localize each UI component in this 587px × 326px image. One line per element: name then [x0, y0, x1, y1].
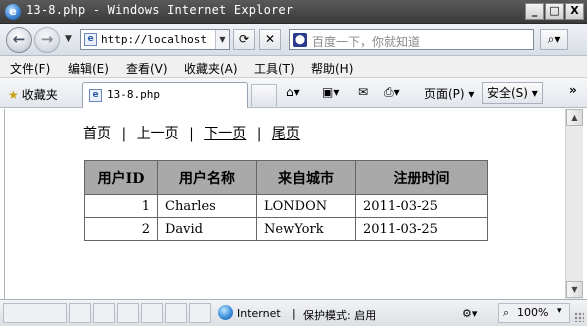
star-icon: ★	[8, 88, 19, 102]
menu-tools[interactable]: 工具(T)	[254, 60, 295, 77]
first-page-link[interactable]: 首页	[83, 123, 111, 143]
protected-mode[interactable]: 保护模式: 启用	[303, 307, 376, 323]
tab-bar: ★ 收藏夹 e 13-8.php ⌂▾ ▣▾ ✉ ⎙▾ 页面(P) ▾ 安全(S)…	[0, 78, 587, 108]
maximize-button[interactable]: □	[545, 3, 564, 20]
tab-label: 13-8.php	[107, 88, 160, 101]
status-panel	[117, 303, 139, 323]
zoom-control[interactable]: ⌕ 100% ▾	[498, 303, 570, 323]
safety-menu-label: 安全(S)	[487, 86, 528, 100]
prev-page-link[interactable]: 上一页	[137, 123, 179, 143]
table-cell: David	[157, 217, 257, 241]
page-menu[interactable]: 页面(P) ▾	[424, 85, 474, 102]
page-icon: e	[89, 89, 102, 102]
print-icon[interactable]: ⎙▾	[384, 85, 400, 100]
forward-arrow-icon[interactable]: →	[34, 27, 60, 53]
table-header-row: 用户ID 用户名称 来自城市 注册时间	[84, 160, 488, 195]
pagination: 首页 | 上一页 | 下一页 | 尾页	[83, 123, 300, 143]
status-panel	[69, 303, 91, 323]
menu-help[interactable]: 帮助(H)	[311, 60, 353, 77]
history-dropdown-icon[interactable]: ▼	[65, 34, 72, 44]
title-bar: e 13-8.php - Windows Internet Explorer _…	[0, 0, 587, 24]
window-title: 13-8.php - Windows Internet Explorer	[26, 3, 294, 17]
last-page-link[interactable]: 尾页	[272, 123, 300, 143]
ie-logo-icon: e	[5, 4, 21, 20]
navigation-bar: ← → ▼ e http://localhost:8 ▼ ⟳ ✕ ⬤ 百度一下，…	[0, 24, 587, 56]
scroll-down-icon[interactable]: ▼	[566, 281, 583, 298]
scroll-up-icon[interactable]: ▲	[566, 109, 583, 126]
security-zone: Internet	[237, 307, 281, 320]
column-header: 注册时间	[355, 160, 488, 195]
table-cell: NewYork	[256, 217, 356, 241]
column-header: 用户名称	[157, 160, 257, 195]
mail-icon[interactable]: ✉	[358, 85, 368, 99]
user-table: 用户ID 用户名称 来自城市 注册时间 1 Charles LONDON 201…	[84, 160, 488, 241]
page-menu-label: 页面(P)	[424, 87, 465, 101]
stop-icon[interactable]: ✕	[259, 29, 281, 50]
status-panel	[3, 303, 67, 323]
minimize-button[interactable]: _	[525, 3, 544, 20]
refresh-icon[interactable]: ⟳	[233, 29, 255, 50]
resize-grip-icon[interactable]	[574, 312, 584, 322]
back-arrow-icon[interactable]: ←	[6, 27, 32, 53]
menu-file[interactable]: 文件(F)	[10, 60, 50, 77]
new-tab-button[interactable]	[251, 84, 277, 106]
status-separator: |	[292, 307, 296, 320]
table-row: 1 Charles LONDON 2011-03-25	[84, 194, 488, 218]
table-cell: 2	[84, 217, 158, 241]
status-bar: Internet | 保护模式: 启用 ⚙▾ ⌕ 100% ▾	[0, 299, 587, 326]
protected-mode-options-icon[interactable]: ⚙▾	[462, 307, 477, 320]
page-icon: e	[84, 33, 97, 46]
close-button[interactable]: X	[565, 3, 584, 20]
table-cell: 1	[84, 194, 158, 218]
menu-bar: 文件(F) 编辑(E) 查看(V) 收藏夹(A) 工具(T) 帮助(H)	[0, 56, 587, 78]
vertical-scrollbar[interactable]: ▲ ▼	[565, 109, 583, 299]
address-dropdown-icon[interactable]: ▼	[215, 30, 229, 49]
table-cell: LONDON	[256, 194, 356, 218]
status-panel	[165, 303, 187, 323]
menu-view[interactable]: 查看(V)	[126, 60, 168, 77]
chevron-right-icon[interactable]: »	[569, 83, 577, 97]
table-row: 2 David NewYork 2011-03-25	[84, 217, 488, 241]
table-cell: 2011-03-25	[355, 217, 488, 241]
table-cell: Charles	[157, 194, 257, 218]
status-panel	[93, 303, 115, 323]
pager-separator: |	[121, 126, 127, 142]
search-box[interactable]: ⬤ 百度一下，你就知道	[289, 29, 534, 50]
globe-icon	[218, 305, 233, 320]
next-page-link[interactable]: 下一页	[204, 123, 246, 143]
page-content: 首页 | 上一页 | 下一页 | 尾页 用户ID 用户名称 来自城市 注册时间 …	[4, 109, 565, 299]
menu-edit[interactable]: 编辑(E)	[68, 60, 109, 77]
zoom-dropdown-icon: ▾	[557, 306, 562, 316]
home-icon[interactable]: ⌂▾	[286, 85, 300, 99]
menu-favorites[interactable]: 收藏夹(A)	[184, 60, 238, 77]
baidu-icon: ⬤	[293, 33, 307, 47]
column-header: 用户ID	[84, 160, 158, 195]
pager-separator: |	[256, 126, 262, 142]
search-input[interactable]: 百度一下，你就知道	[312, 33, 420, 50]
safety-menu[interactable]: 安全(S) ▾	[482, 82, 543, 104]
zoom-magnifier-icon: ⌕	[503, 306, 510, 319]
zoom-level: 100%	[517, 306, 549, 319]
tab-current[interactable]: e 13-8.php	[82, 82, 248, 108]
column-header: 来自城市	[256, 160, 356, 195]
table-cell: 2011-03-25	[355, 194, 488, 218]
feeds-icon[interactable]: ▣▾	[322, 85, 339, 99]
address-text[interactable]: http://localhost:8	[101, 33, 209, 46]
status-panel	[141, 303, 163, 323]
status-panel	[189, 303, 211, 323]
favorites-label: 收藏夹	[21, 88, 58, 102]
address-bar[interactable]: e http://localhost:8 ▼	[80, 29, 230, 50]
favorites-button[interactable]: ★ 收藏夹	[8, 86, 58, 103]
search-button[interactable]: ⌕▾	[540, 29, 568, 50]
pager-separator: |	[189, 126, 194, 142]
